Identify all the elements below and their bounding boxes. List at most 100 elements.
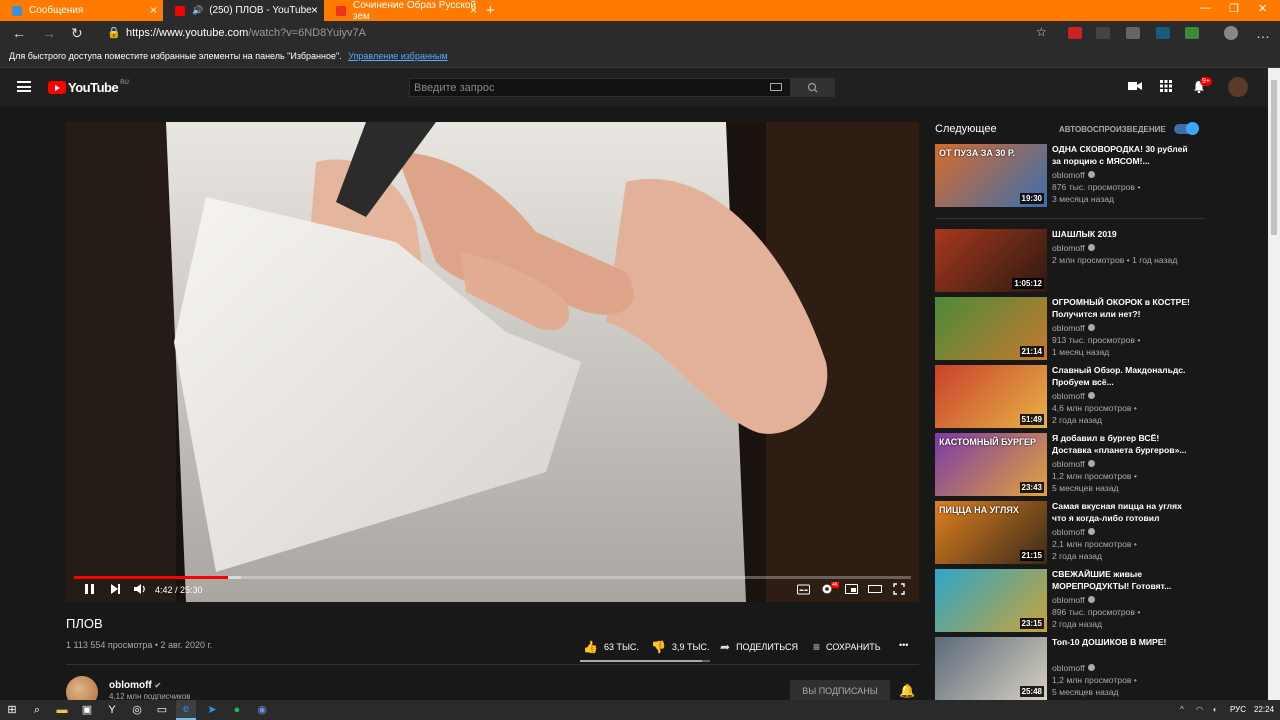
spotify-icon[interactable]: ● <box>230 703 244 717</box>
more-icon[interactable]: … <box>1256 25 1270 41</box>
video-title[interactable]: ШАШЛЫК 2019 <box>1052 229 1192 241</box>
store-icon[interactable]: ▣ <box>80 703 94 717</box>
search-button[interactable] <box>791 78 835 97</box>
fullscreen-icon[interactable] <box>893 583 905 598</box>
sidebar-video-item[interactable]: 1:05:12 ШАШЛЫК 2019 oblomoff 2 млн просмотр… <box>935 229 1205 293</box>
star-icon[interactable]: ☆ <box>1036 25 1047 39</box>
notification-bell-icon[interactable]: 🔔 <box>899 683 915 699</box>
clock[interactable]: 22:24 <box>1254 705 1274 714</box>
sidebar-video-item[interactable]: 51:49 Славный Обзор. Макдональдс. Пробуем… <box>935 365 1205 429</box>
close-icon[interactable]: × <box>311 3 318 17</box>
channel-link[interactable]: oblomoff <box>1052 663 1095 673</box>
subscribed-button[interactable]: ВЫ ПОДПИСАНЫ <box>790 680 890 702</box>
video-title[interactable]: Я добавил в бургер ВСЁ! Доставка «планет… <box>1052 433 1192 456</box>
profile-icon[interactable] <box>1224 26 1238 40</box>
create-video-icon[interactable] <box>1128 80 1142 95</box>
video-thumbnail[interactable]: 21:14 <box>935 297 1047 360</box>
miniplayer-icon[interactable] <box>845 583 858 598</box>
search-input[interactable]: Введите запрос <box>409 78 791 97</box>
tab-essay[interactable]: Сочинение Образ Русской зем × <box>324 0 483 22</box>
windows-start-icon[interactable]: ⊞ <box>5 703 19 717</box>
sidebar-video-item[interactable]: 21:14 ОГРОМНЫЙ ОКОРОК в КОСТРЕ! Получится… <box>935 297 1205 361</box>
channel-link[interactable]: oblomoff <box>1052 527 1095 537</box>
new-tab-button[interactable]: + <box>486 2 495 19</box>
minimize-icon[interactable]: — <box>1200 2 1211 14</box>
video-thumbnail[interactable]: ПИЦЦА НА УГЛЯХ 21:15 <box>935 501 1047 564</box>
edge-icon[interactable]: e <box>176 700 196 720</box>
volume-icon[interactable] <box>133 583 147 598</box>
video-title[interactable]: Славный Обзор. Макдональдс. Пробуем всё.… <box>1052 365 1192 388</box>
tab-youtube[interactable]: 🔊 (250) ПЛОВ - YouTube × <box>163 0 324 21</box>
sidebar-video-item[interactable]: ПИЦЦА НА УГЛЯХ 21:15 Самая вкусная пицца н… <box>935 501 1205 565</box>
tray-chevron-icon[interactable]: ^ <box>1180 705 1184 714</box>
share-label: ПОДЕЛИТЬСЯ <box>736 642 799 652</box>
video-title[interactable]: СВЕЖАЙШИЕ живые МОРЕПРОДУКТЫ! Готовят... <box>1052 569 1192 592</box>
dislike-button[interactable]: 👎 3,9 ТЫС. <box>651 640 709 654</box>
channel-name[interactable]: oblomoff ✔ <box>109 680 161 691</box>
progress-track[interactable] <box>74 576 911 579</box>
subtitles-icon[interactable] <box>797 583 810 598</box>
channel-link[interactable]: oblomoff <box>1052 243 1095 253</box>
yandex-icon[interactable]: Y <box>105 703 119 717</box>
extension-icon[interactable] <box>1185 27 1199 39</box>
close-window-icon[interactable]: ✕ <box>1258 2 1267 15</box>
youtube-logo[interactable]: YouTube RU <box>48 80 129 95</box>
back-icon[interactable]: ← <box>12 25 26 41</box>
close-icon[interactable]: × <box>150 3 157 17</box>
tab-messages[interactable]: Сообщения × <box>0 0 163 21</box>
video-thumbnail[interactable]: 1:05:12 <box>935 229 1047 292</box>
sidebar-video-item[interactable]: 23:15 СВЕЖАЙШИЕ живые МОРЕПРОДУКТЫ! Готов… <box>935 569 1205 633</box>
telegram-icon[interactable]: ➤ <box>205 703 219 717</box>
theater-mode-icon[interactable] <box>868 583 882 598</box>
keyboard-icon[interactable] <box>770 83 782 91</box>
wifi-icon[interactable]: ◠ <box>1196 705 1203 714</box>
channel-link[interactable]: oblomoff <box>1052 459 1095 469</box>
reload-icon[interactable]: ↻ <box>71 25 83 42</box>
video-thumbnail[interactable]: КАСТОМНЫЙ БУРГЕР 23:43 <box>935 433 1047 496</box>
manage-favorites-link[interactable]: Управление избранным <box>348 51 447 61</box>
adblock-icon[interactable] <box>1068 27 1082 39</box>
video-title[interactable]: Самая вкусная пицца на углях что я когда… <box>1052 501 1192 524</box>
video-thumbnail[interactable]: 25:48 <box>935 637 1047 700</box>
task-view-icon[interactable]: ▭ <box>155 703 169 717</box>
apps-grid-icon[interactable] <box>1160 80 1172 95</box>
forward-icon[interactable]: → <box>42 25 56 41</box>
channel-link[interactable]: oblomoff <box>1052 323 1095 333</box>
speaker-icon[interactable]: 🔊 <box>192 5 203 16</box>
pause-icon[interactable] <box>84 583 96 598</box>
youtube-ext-icon[interactable] <box>1096 27 1110 39</box>
channel-link[interactable]: oblomoff <box>1052 170 1095 180</box>
share-button[interactable]: ➦ ПОДЕЛИТЬСЯ <box>720 640 798 654</box>
more-actions-button[interactable]: ••• <box>899 640 908 650</box>
sidebar-video-item[interactable]: ОТ ПУЗА ЗА 30 Р. 19:30 ОДНА СКОВОРОДКА! 30… <box>935 144 1205 208</box>
url-field[interactable]: https://www.youtube.com/watch?v=6ND8Yuiy… <box>126 27 366 39</box>
maximize-icon[interactable]: ❐ <box>1229 2 1239 15</box>
video-title[interactable]: Топ-10 ДОШИКОВ В МИРЕ! <box>1052 637 1192 649</box>
volume-tray-icon[interactable]: ◖ <box>1212 705 1217 714</box>
search-icon[interactable]: ⌕ <box>30 703 44 717</box>
file-explorer-icon[interactable]: ▬ <box>55 703 69 717</box>
app-icon[interactable]: ◎ <box>130 703 144 717</box>
save-button[interactable]: ≡ СОХРАНИТЬ <box>813 640 881 654</box>
next-icon[interactable] <box>110 583 122 598</box>
video-thumbnail[interactable]: ОТ ПУЗА ЗА 30 Р. 19:30 <box>935 144 1047 207</box>
scrollbar-thumb[interactable] <box>1271 80 1277 235</box>
extension-icon[interactable] <box>1126 27 1140 39</box>
video-thumbnail[interactable]: 23:15 <box>935 569 1047 632</box>
input-language[interactable]: РУС <box>1230 705 1246 714</box>
hamburger-menu-icon[interactable] <box>17 81 31 92</box>
sidebar-video-item[interactable]: 25:48 Топ-10 ДОШИКОВ В МИРЕ! oblomoff 1,2 м… <box>935 637 1205 701</box>
video-thumbnail[interactable]: 51:49 <box>935 365 1047 428</box>
channel-link[interactable]: oblomoff <box>1052 595 1095 605</box>
sidebar-video-item[interactable]: КАСТОМНЫЙ БУРГЕР 23:43 Я добавил в бургер … <box>935 433 1205 497</box>
video-title[interactable]: ОДНА СКОВОРОДКА! 30 рублей за порцию с М… <box>1052 144 1192 167</box>
channel-link[interactable]: oblomoff <box>1052 391 1095 401</box>
autoplay-toggle-knob[interactable] <box>1186 122 1199 135</box>
video-player[interactable]: 4:42 / 25:30 4K <box>66 122 919 602</box>
avatar[interactable] <box>1228 77 1248 97</box>
close-icon[interactable]: × <box>470 3 477 17</box>
extension-icon[interactable] <box>1156 27 1170 39</box>
like-button[interactable]: 👍 63 ТЫС. <box>583 640 639 654</box>
video-title[interactable]: ОГРОМНЫЙ ОКОРОК в КОСТРЕ! Получится или … <box>1052 297 1192 320</box>
discord-icon[interactable]: ◉ <box>255 703 269 717</box>
